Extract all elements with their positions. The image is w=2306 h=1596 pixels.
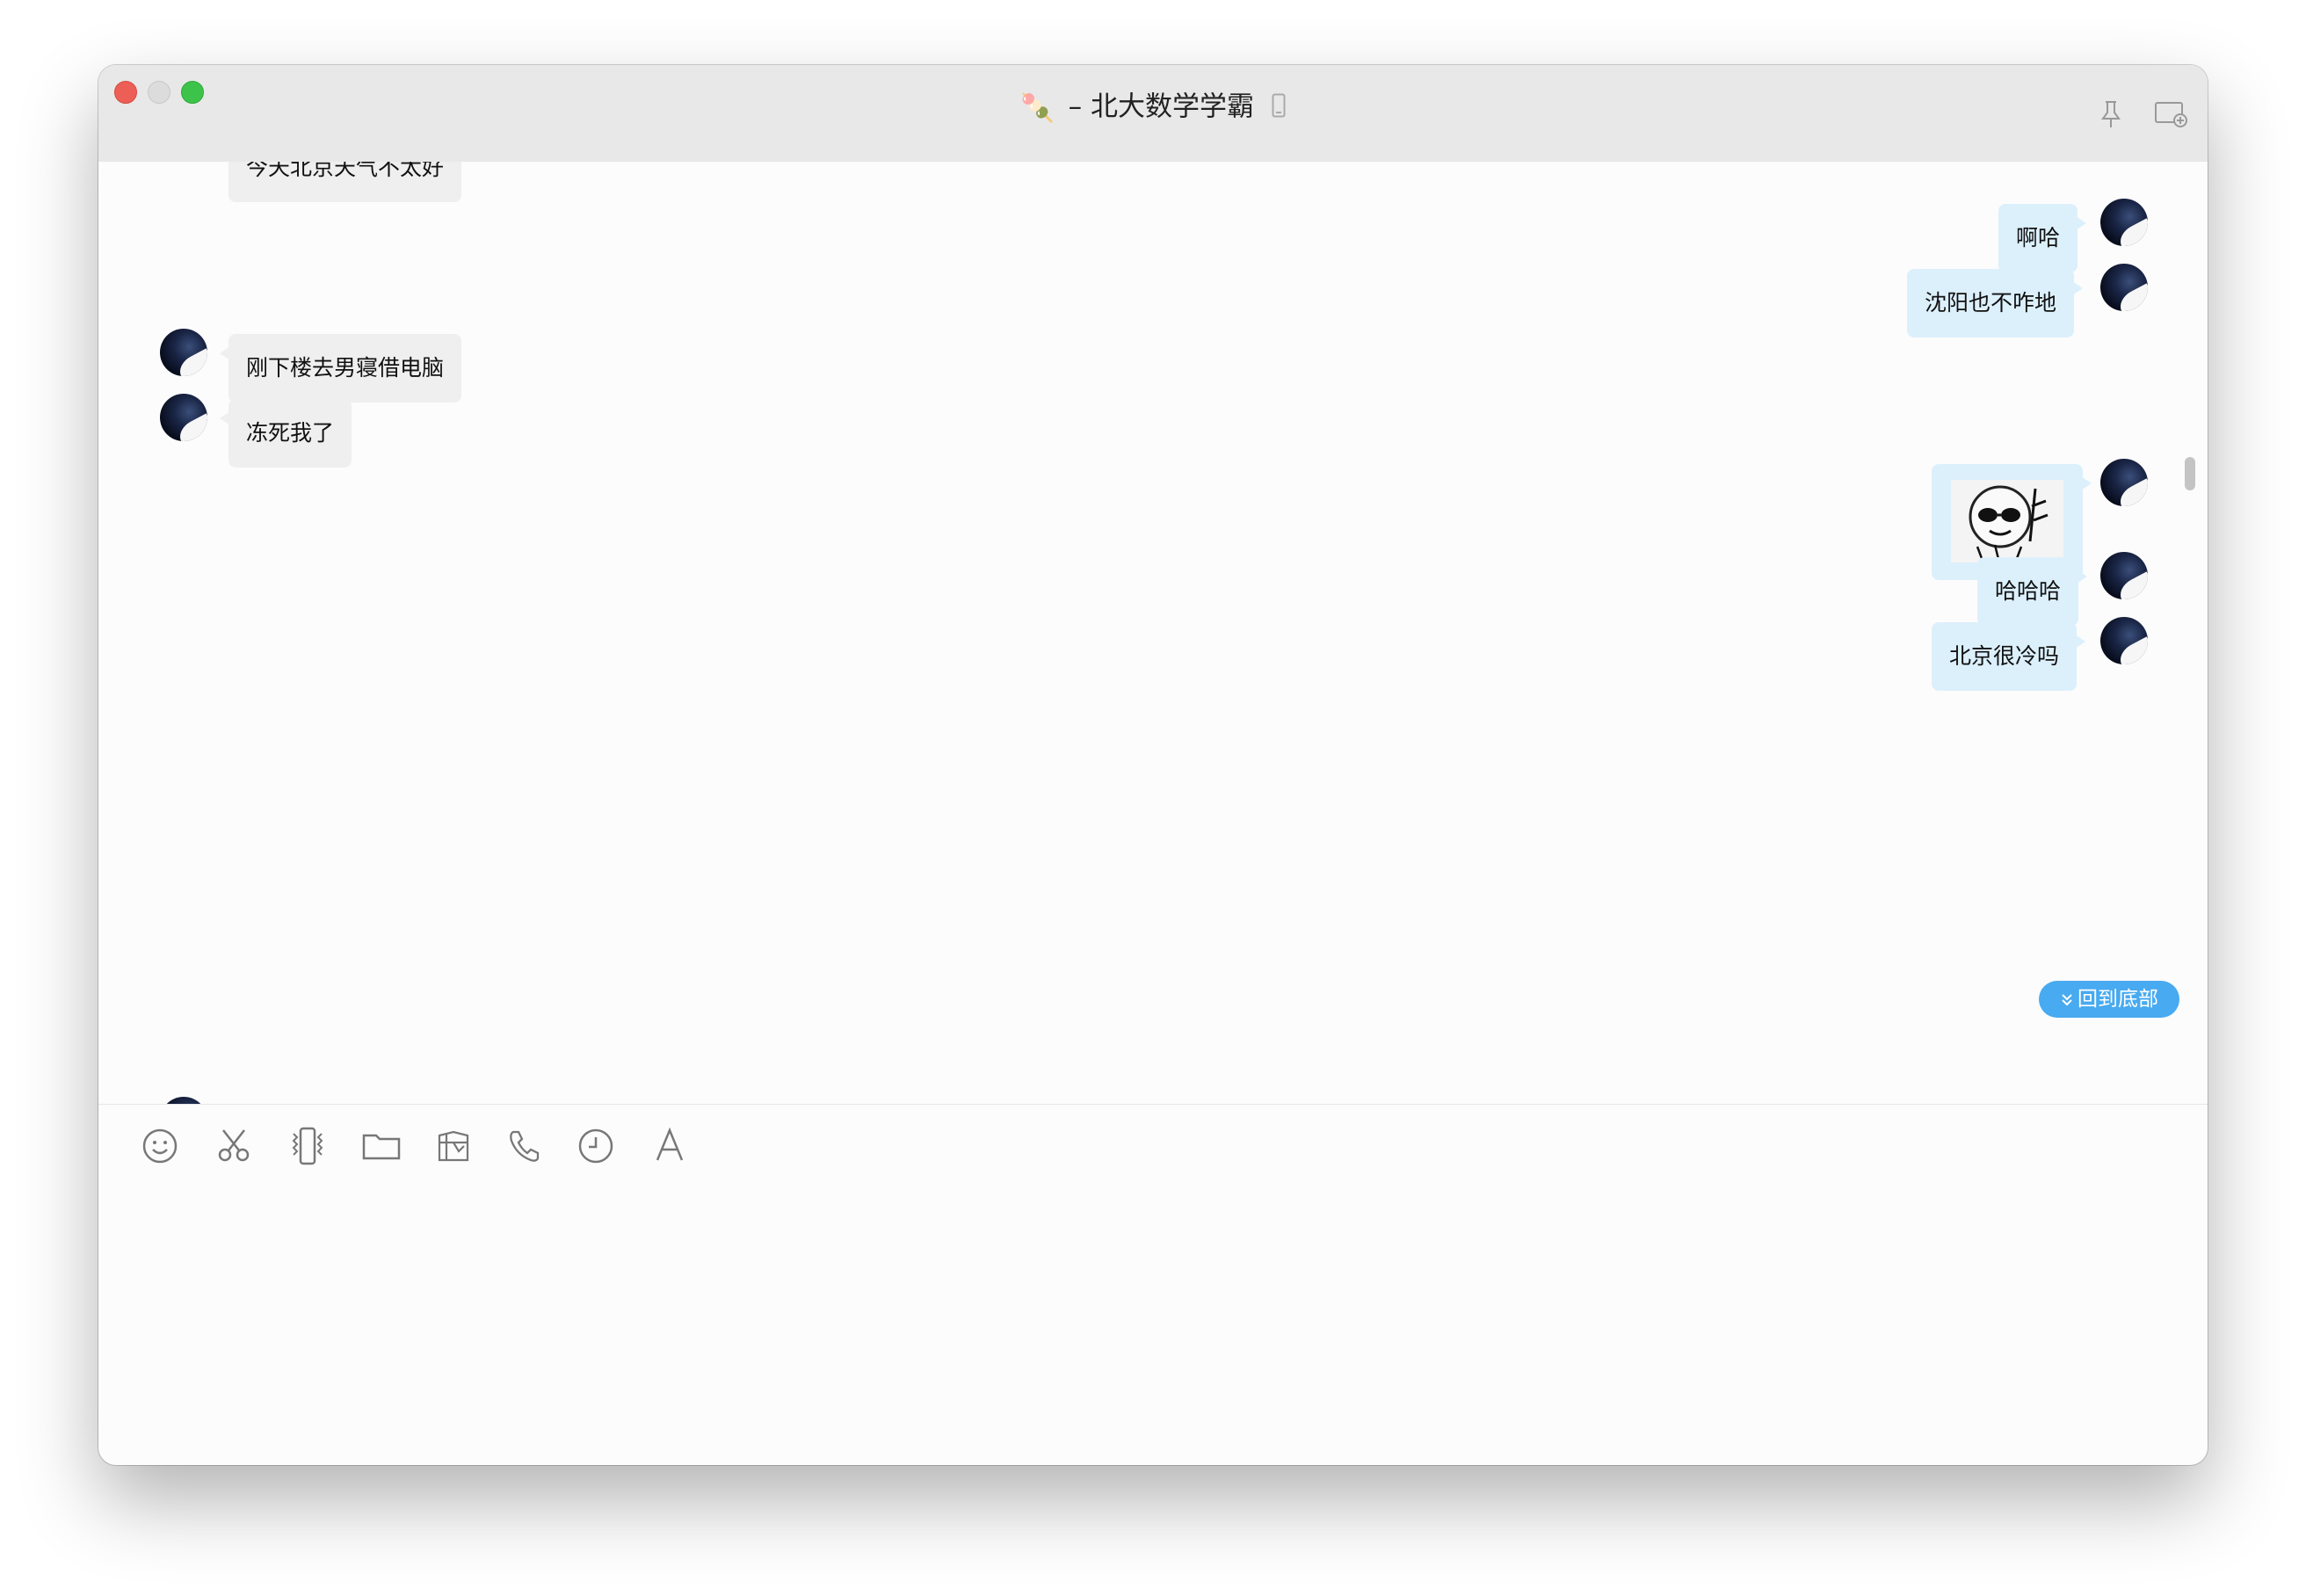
message-bubble[interactable]: 今天北京天气不太好 (228, 162, 462, 202)
my-avatar[interactable] (2100, 617, 2148, 664)
dango-emoji: 🍡 (1020, 91, 1055, 124)
my-avatar[interactable] (2100, 199, 2148, 246)
new-window-icon[interactable] (2153, 98, 2188, 130)
message-bubble[interactable]: 刚下楼去男寝借电脑 (219, 334, 462, 403)
phone-icon[interactable] (497, 1120, 550, 1172)
my-avatar[interactable] (2100, 264, 2148, 311)
composer-divider (98, 1104, 2208, 1105)
title-bar: 🍡 – 北大数学学霸 (98, 65, 2208, 162)
double-chevron-down-icon (2060, 982, 2074, 1019)
gift-icon[interactable] (427, 1120, 480, 1172)
vibrate-icon[interactable] (281, 1120, 334, 1172)
folder-icon[interactable] (355, 1120, 408, 1172)
scrollbar-thumb[interactable] (2185, 457, 2195, 490)
scissors-icon[interactable] (207, 1120, 260, 1172)
sticker-image (1951, 480, 2063, 562)
window-title: 🍡 – 北大数学学霸 (98, 93, 2208, 123)
my-avatar[interactable] (2100, 459, 2148, 506)
message-bubble[interactable]: 北京很冷吗 (1932, 622, 2086, 691)
emoji-icon[interactable] (134, 1120, 186, 1172)
contact-avatar[interactable] (160, 329, 207, 376)
message-list[interactable]: 今天北京天气不太好 啊哈 沈阳也不咋地 刚下楼去男寝借电脑 冻死我了 哈哈哈 北… (98, 162, 2208, 1104)
my-avatar[interactable] (2100, 552, 2148, 599)
back-to-bottom-label: 回到底部 (2078, 988, 2158, 1011)
contact-avatar[interactable] (160, 394, 207, 441)
back-to-bottom-button[interactable]: 回到底部 (2039, 981, 2179, 1018)
clock-icon[interactable] (569, 1120, 622, 1172)
mobile-status-icon (1272, 93, 1286, 123)
message-input[interactable] (98, 1181, 2208, 1465)
font-icon[interactable] (643, 1120, 696, 1172)
chat-window: 🍡 – 北大数学学霸 今天北京天气不太好 啊哈 沈阳也不咋地 刚下楼去男寝借电脑… (98, 65, 2208, 1465)
message-bubble[interactable]: 冻死我了 (219, 399, 352, 468)
message-bubble[interactable]: 哈哈哈 (1977, 557, 2088, 626)
contact-avatar[interactable] (160, 1097, 207, 1104)
message-bubble[interactable]: 沈阳也不咋地 (1907, 269, 2084, 337)
pin-icon[interactable] (2095, 98, 2127, 130)
contact-name: – 北大数学学霸 (1068, 91, 1254, 123)
message-bubble[interactable]: 啊哈 (1998, 204, 2087, 272)
